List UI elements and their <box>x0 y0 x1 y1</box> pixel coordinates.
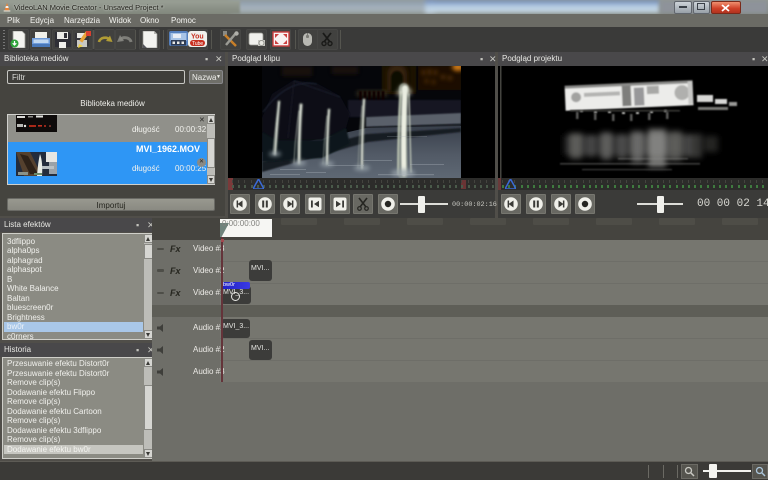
svg-text:You: You <box>191 34 204 41</box>
svg-text:Tube: Tube <box>192 41 203 47</box>
